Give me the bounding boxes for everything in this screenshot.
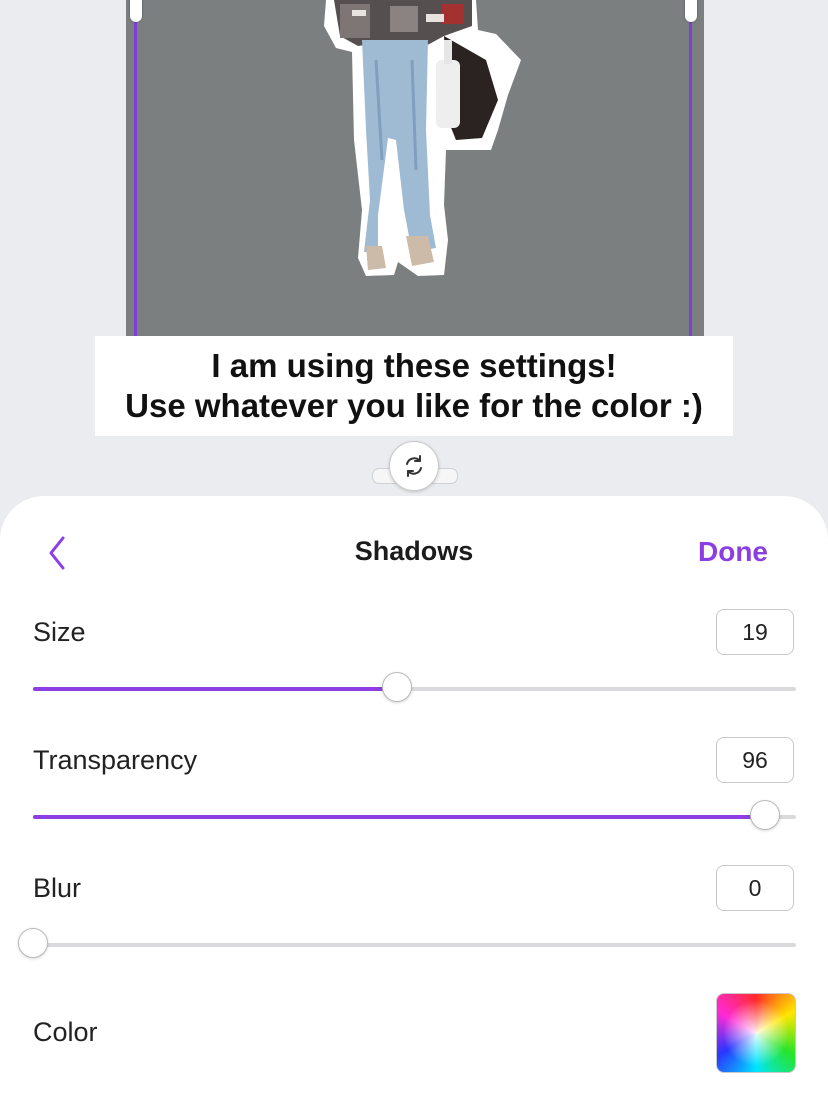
transparency-value-input[interactable]: 96: [716, 737, 794, 783]
rotate-button[interactable]: [389, 441, 439, 491]
blur-value-input[interactable]: 0: [716, 865, 794, 911]
rotate-icon: [406, 455, 422, 477]
blur-label: Blur: [33, 873, 82, 903]
done-button[interactable]: Done: [698, 536, 768, 568]
size-slider-thumb[interactable]: [381, 672, 412, 702]
color-picker-swatch[interactable]: [716, 993, 796, 1073]
resize-handle-right[interactable]: [685, 0, 697, 22]
design-page[interactable]: [126, 0, 704, 336]
blur-slider[interactable]: [18, 928, 796, 958]
transparency-slider-fill: [33, 815, 766, 819]
size-slider[interactable]: [33, 672, 796, 702]
design-canvas: I am using these settings! Use whatever …: [0, 0, 828, 520]
shadows-panel: [0, 496, 828, 1104]
caption-line-2: Use whatever you like for the color :): [125, 387, 703, 424]
size-label: Size: [33, 617, 86, 647]
selection-border-left: [134, 0, 137, 336]
size-value-input[interactable]: 19: [716, 609, 794, 655]
transparency-label: Transparency: [33, 745, 198, 775]
person-cutout-image[interactable]: [126, 0, 704, 336]
transparency-slider[interactable]: [33, 800, 796, 830]
caption-text-box[interactable]: I am using these settings! Use whatever …: [95, 336, 733, 436]
size-slider-fill: [33, 687, 397, 691]
caption-line-1: I am using these settings!: [211, 347, 617, 384]
resize-handle-left[interactable]: [130, 0, 142, 22]
blur-slider-thumb[interactable]: [18, 928, 48, 958]
selection-border-right: [689, 0, 692, 336]
color-label: Color: [33, 1017, 98, 1047]
